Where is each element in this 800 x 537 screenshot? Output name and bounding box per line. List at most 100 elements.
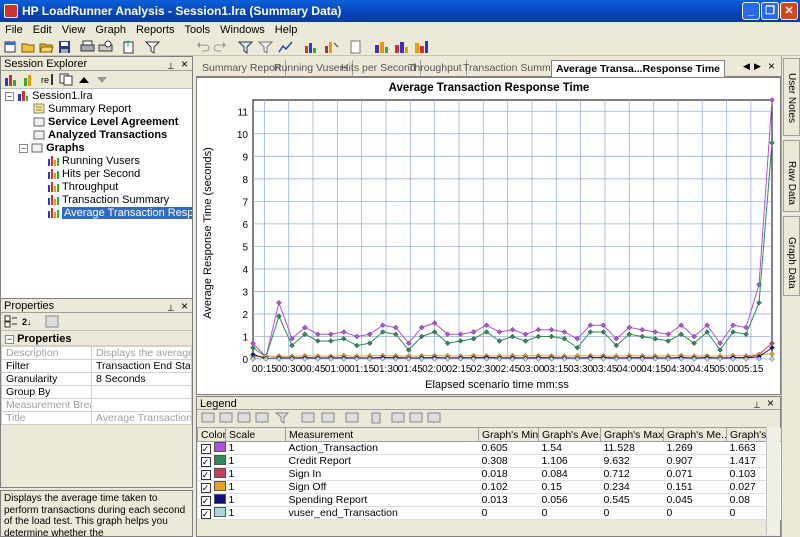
maximize-button[interactable]: ❐ [761,2,779,20]
merge-graphs-icon[interactable] [304,40,319,54]
configure-icon[interactable] [255,411,269,424]
tab-throughput[interactable]: Throughput [404,60,467,77]
legend-row[interactable]: ✓ 1 Sign Off 0.102 0.15 0.234 0.151 0.027 [197,480,782,494]
minimize-button[interactable]: _ [742,2,760,20]
tree-item-summary-report[interactable]: Summary Report [33,103,131,116]
col-avg[interactable]: Graph's Ave... [538,427,601,442]
menu-help[interactable]: Help [270,22,303,36]
series-color-swatch[interactable] [213,507,226,517]
property-row[interactable]: TitleAverage Transaction Resp [1,411,192,425]
tree-item-throughput[interactable]: Throughput [47,181,118,194]
show-all-icon[interactable] [201,411,215,424]
save-icon[interactable] [57,40,72,54]
tab-prev-icon[interactable]: ◀ [743,61,750,72]
property-pages-icon[interactable] [45,315,59,328]
tree-item-session[interactable]: − Session1.lra [5,90,93,103]
show-only-selected-icon[interactable] [237,411,251,424]
hide-all-icon[interactable] [219,411,233,424]
property-row[interactable]: DescriptionDisplays the average time [1,346,192,360]
col-measurement[interactable]: Measurement [285,427,479,442]
menu-file[interactable]: File [0,22,28,36]
open-folder-icon[interactable] [39,40,54,54]
raw-data-tab[interactable]: Raw Data [783,140,800,212]
visibility-checkbox[interactable]: ✓ [200,496,211,506]
move-down-icon[interactable] [95,73,109,86]
close-button[interactable]: ✕ [780,2,798,20]
set-filter-icon[interactable] [238,40,253,54]
legend-scrollbar[interactable] [766,427,780,535]
series-color-swatch[interactable] [213,468,226,478]
series-color-swatch[interactable] [213,481,226,491]
visibility-checkbox[interactable]: ✓ [200,470,211,480]
legend-row[interactable]: ✓ 1 Credit Report 0.308 1.106 9.632 0.907 1.417 [197,454,782,468]
clear-filter-icon[interactable] [258,40,273,54]
legend-row[interactable]: ✓ 1 vuser_end_Transaction 0 0 0 0 0 [197,506,782,520]
col-color[interactable]: Color [197,427,226,442]
col-min[interactable]: Graph's Mini... [478,427,539,442]
tree-item-average-transaction-response-time[interactable]: Average Transaction Response Time [47,207,192,220]
visibility-checkbox[interactable]: ✓ [200,444,211,454]
print-preview-icon[interactable] [98,40,113,54]
user-notes-tab[interactable]: User Notes [783,58,800,136]
copy-icon[interactable] [59,73,73,86]
col-max[interactable]: Graph's Max... [600,427,664,442]
filter-icon[interactable] [145,40,160,54]
menu-view[interactable]: View [57,22,91,36]
legend-row[interactable]: ✓ 1 Action_Transaction 0.605 1.54 11.528 1.269… [197,441,782,455]
legend-row[interactable]: ✓ 1 Spending Report 0.013 0.056 0.545 0.045 0.0… [197,493,782,507]
tree-item-analyzed-transactions[interactable]: Analyzed Transactions [33,129,167,142]
granularity-icon[interactable] [278,40,293,54]
animate-icon[interactable] [409,411,423,424]
delete-icon[interactable] [369,411,383,424]
export-icon[interactable] [321,411,335,424]
property-row[interactable]: Granularity 8 Seconds [1,372,192,386]
pin-icon[interactable]: ⊥ [167,59,175,73]
tree-item-transaction-summary[interactable]: Transaction Summary [47,194,169,207]
description-icon[interactable] [427,411,441,424]
col-scale[interactable]: Scale [225,427,286,442]
auto-correlate-icon[interactable] [324,40,339,54]
export-icon[interactable] [121,40,136,54]
menu-reports[interactable]: Reports [131,22,180,36]
menu-windows[interactable]: Windows [215,22,270,36]
report-icon[interactable] [348,40,363,54]
visibility-checkbox[interactable]: ✓ [200,483,211,493]
menu-graph[interactable]: Graph [90,22,131,36]
add-graph-icon[interactable] [4,73,18,86]
tab-next-icon[interactable]: ▶ [754,61,761,72]
open-icon[interactable] [21,40,36,54]
property-row[interactable]: Measurement Break [1,398,192,412]
visibility-checkbox[interactable]: ✓ [200,509,211,519]
tree-item-service-level-agreement[interactable]: Service Level Agreement [33,116,178,129]
menu-edit[interactable]: Edit [28,22,57,36]
categorized-icon[interactable] [4,315,18,328]
tree-item-hits-per-second[interactable]: Hits per Second [47,168,140,181]
redo-icon[interactable] [212,40,227,54]
tab-close-icon[interactable]: × [768,59,775,73]
print-icon[interactable] [80,40,95,54]
series-color-swatch[interactable] [213,442,226,452]
collapse-icon[interactable]: − [5,335,14,344]
menu-tools[interactable]: Tools [179,22,215,36]
template-icon[interactable] [414,40,429,54]
undo-icon[interactable] [196,40,211,54]
collapse-icon[interactable]: − [5,92,14,101]
tree-item-running-vusers[interactable]: Running Vusers [47,155,140,168]
close-pane-icon[interactable]: × [181,299,188,313]
property-row[interactable]: Group By [1,385,192,399]
collapse-icon[interactable]: − [19,144,28,153]
close-pane-icon[interactable]: × [181,57,188,71]
visibility-checkbox[interactable]: ✓ [200,457,211,467]
sort-icon[interactable] [345,411,359,424]
property-row[interactable]: FilterTransaction End Status = ( [1,359,192,373]
col-median[interactable]: Graph's Me... [663,427,727,442]
legend-row[interactable]: ✓ 1 Sign In 0.018 0.084 0.712 0.071 0.103 [197,467,782,481]
move-up-icon[interactable] [77,73,91,86]
new-session-icon[interactable] [3,40,18,54]
copy-icon[interactable] [301,411,315,424]
zoom-icon[interactable] [391,411,405,424]
tab-average-transaction-response-time[interactable]: Average Transa...Response Time [551,60,725,78]
cross-result-icon[interactable] [394,40,409,54]
close-pane-icon[interactable]: × [767,396,774,410]
graph-data-tab[interactable]: Graph Data [783,216,800,296]
